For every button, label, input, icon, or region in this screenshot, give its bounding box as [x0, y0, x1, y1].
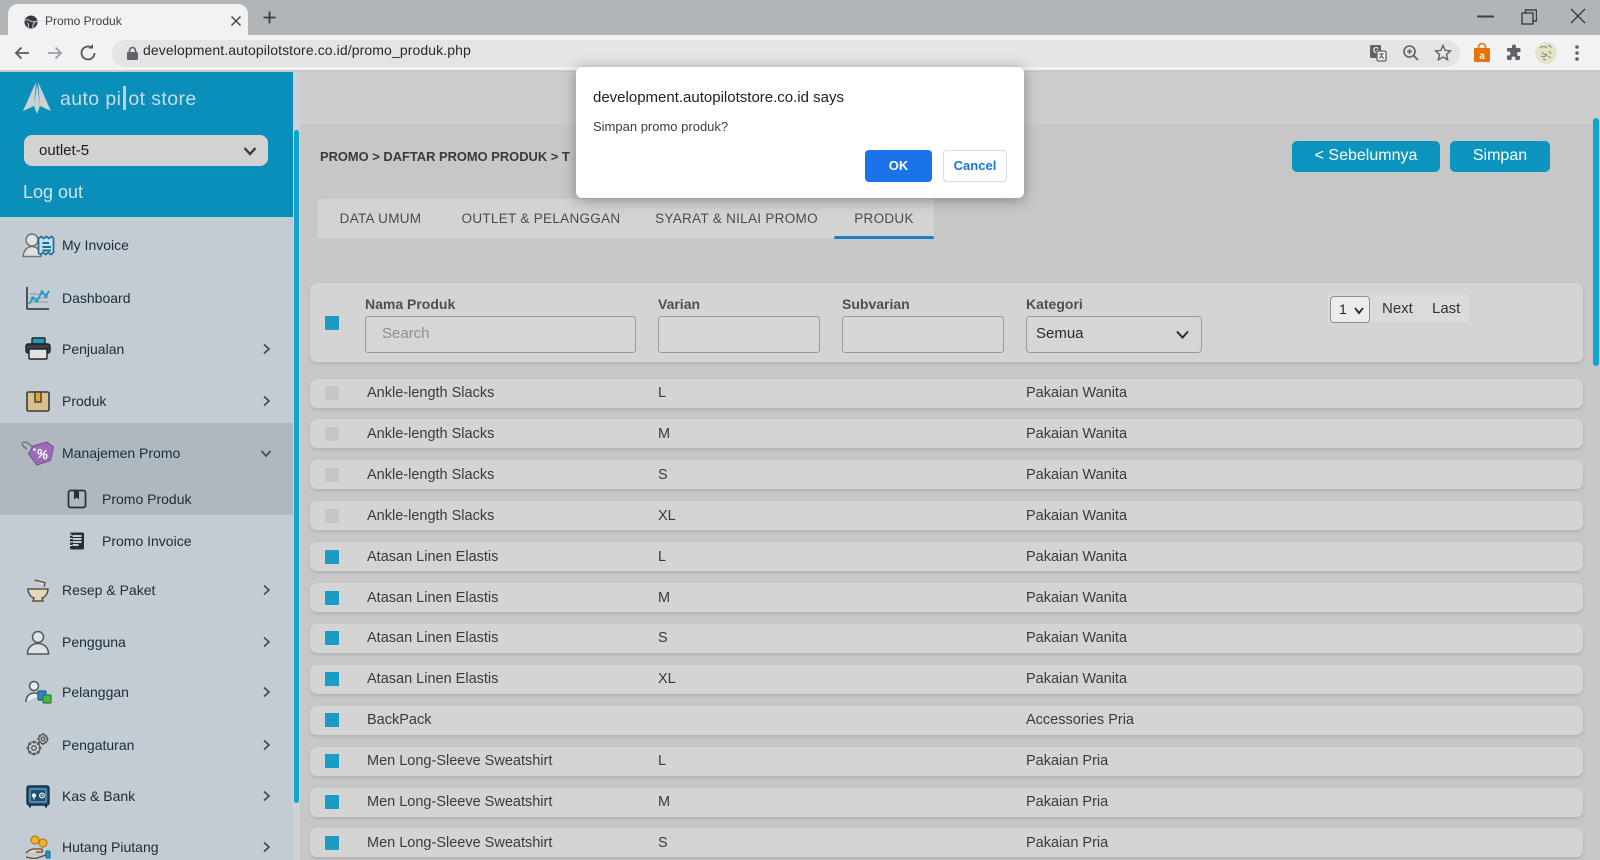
svg-text:a: a: [1479, 51, 1485, 62]
